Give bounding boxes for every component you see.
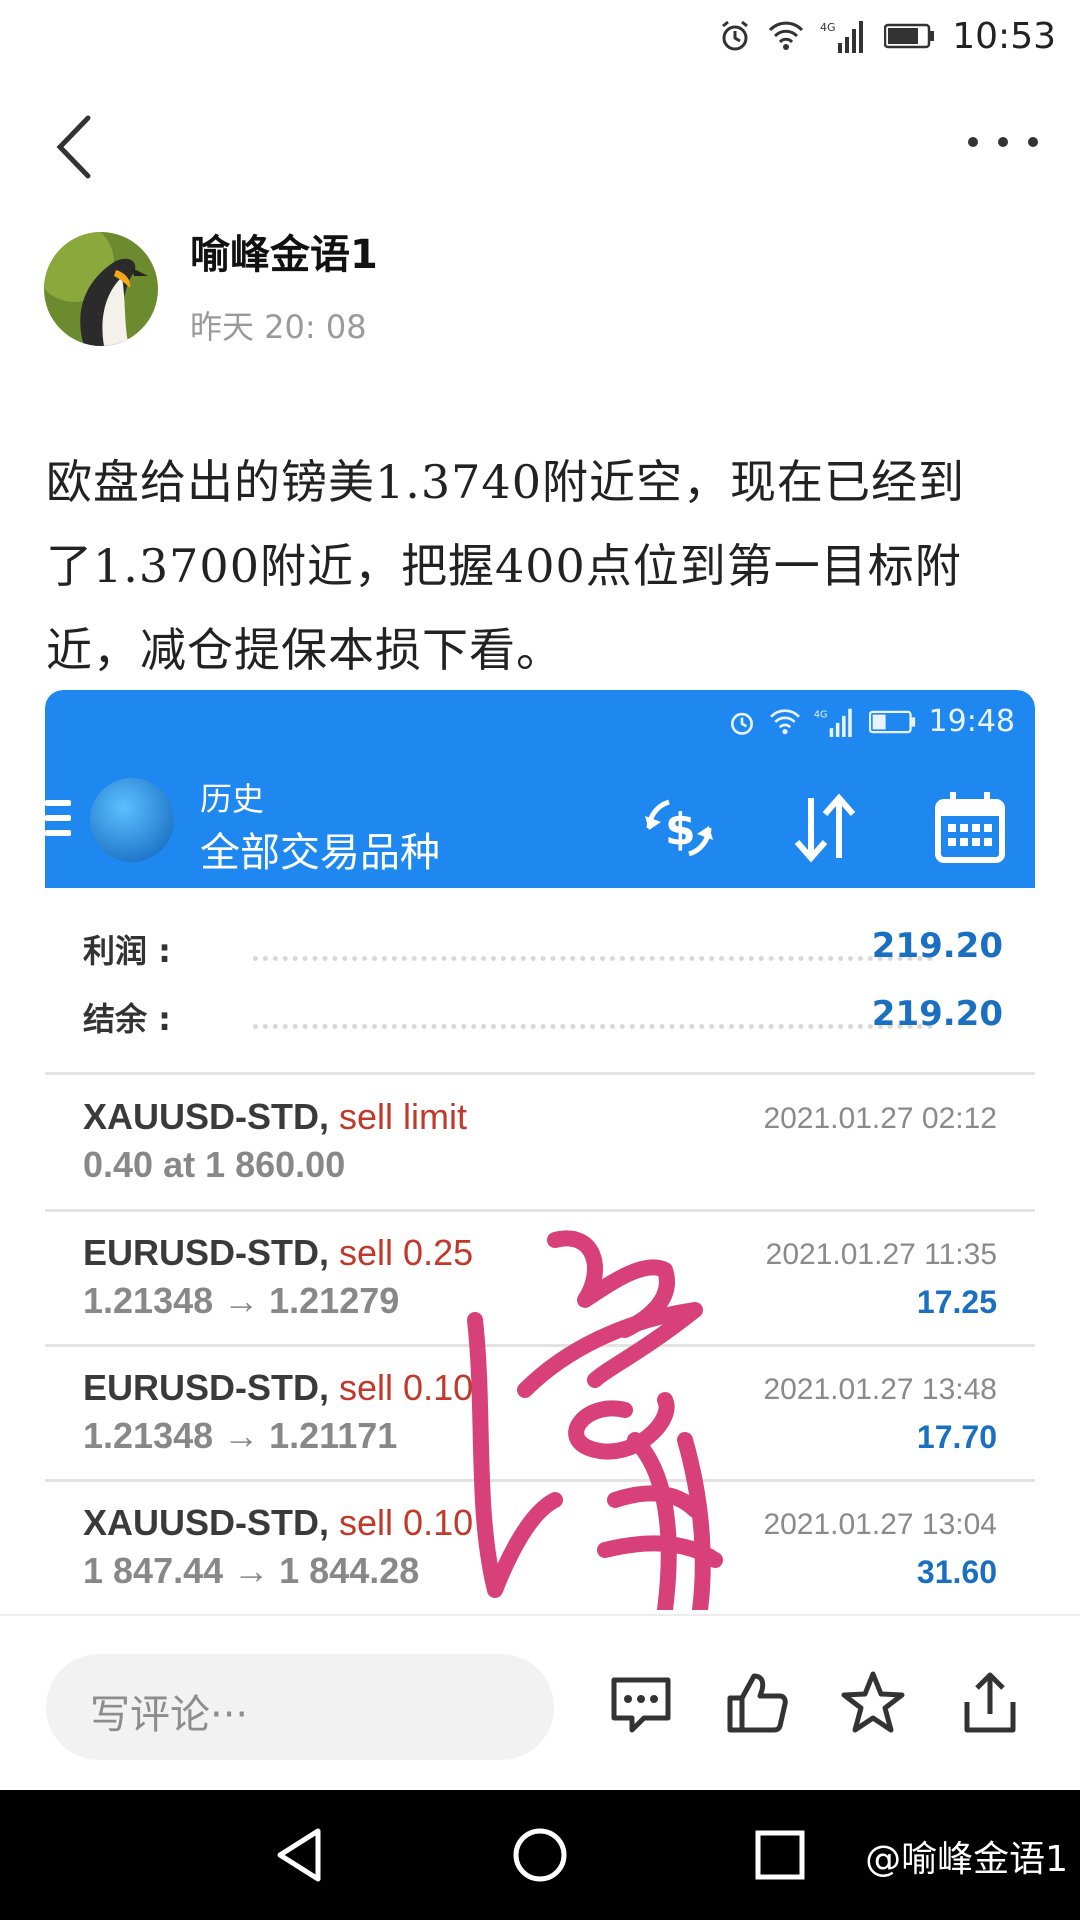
star-icon[interactable] bbox=[838, 1668, 908, 1738]
back-button[interactable] bbox=[50, 112, 100, 182]
penguin-avatar-image bbox=[44, 232, 158, 346]
trade-detail: 1.21348 → 1.21279 bbox=[83, 1280, 400, 1321]
summary-row-profit: 利润 : 219.20 bbox=[83, 926, 1035, 986]
summary-label: 结余 : bbox=[83, 1000, 171, 1038]
battery-icon bbox=[884, 23, 935, 49]
more-horizontal-icon bbox=[968, 137, 978, 147]
trade-symbol: EURUSD-STD, sell 0.25 bbox=[83, 1232, 474, 1273]
trade-profit: 17.25 bbox=[916, 1284, 997, 1320]
summary-value: 219.20 bbox=[871, 994, 1003, 1034]
back-triangle-icon[interactable] bbox=[270, 1825, 330, 1885]
comment-bar: 写评论··· bbox=[0, 1614, 1080, 1792]
chevron-left-icon bbox=[56, 115, 91, 179]
dotted-leader bbox=[253, 1024, 933, 1029]
hamburger-menu-icon bbox=[45, 800, 71, 836]
trade-profit: 31.60 bbox=[916, 1554, 997, 1590]
trade-symbol: EURUSD-STD, sell 0.10 bbox=[83, 1367, 474, 1408]
sort-icon bbox=[794, 793, 856, 863]
svg-text:$: $ bbox=[665, 804, 696, 855]
cellular-signal-icon: 4G bbox=[820, 21, 864, 53]
comment-input[interactable]: 写评论··· bbox=[46, 1654, 554, 1760]
more-options-button[interactable] bbox=[968, 128, 1038, 156]
post-image[interactable]: 4G 19:48 历史 全部交易品种 $ 利润 : 219.20 结余 : 21… bbox=[45, 690, 1035, 1612]
symbol-filter: 全部交易品种 bbox=[200, 830, 440, 876]
alarm-icon bbox=[722, 20, 749, 51]
calendar-icon bbox=[935, 792, 1005, 863]
author-name[interactable]: 喻峰金语1 bbox=[190, 222, 378, 280]
embedded-status-time: 19:48 bbox=[928, 704, 1015, 739]
currency-exchange-icon: $ bbox=[645, 799, 713, 857]
recents-square-icon[interactable] bbox=[750, 1825, 810, 1885]
metatrader-logo-icon bbox=[90, 778, 174, 862]
share-icon[interactable] bbox=[955, 1668, 1025, 1738]
comment-icon[interactable] bbox=[606, 1668, 676, 1738]
wifi-icon bbox=[769, 21, 804, 50]
dotted-leader bbox=[253, 956, 933, 961]
post-line: 近，减仓提保本损下看。 bbox=[46, 623, 563, 677]
android-navigation-bar: @喻峰金语1 bbox=[0, 1790, 1080, 1920]
alarm-icon bbox=[730, 712, 753, 735]
wifi-icon bbox=[769, 708, 800, 734]
post-time: 昨天 20: 08 bbox=[190, 308, 367, 346]
author-watermark: @喻峰金语1 bbox=[865, 1839, 1068, 1880]
trade-symbol: XAUUSD-STD, sell 0.10 bbox=[83, 1502, 474, 1543]
status-icons: 4G 10:53 bbox=[718, 12, 1056, 60]
summary-value: 219.20 bbox=[871, 926, 1003, 966]
like-icon[interactable] bbox=[722, 1668, 792, 1738]
trade-profit: 17.70 bbox=[916, 1419, 997, 1455]
comment-placeholder: 写评论··· bbox=[90, 1692, 249, 1738]
home-circle-icon[interactable] bbox=[510, 1825, 570, 1885]
cellular-signal-icon: 4G bbox=[813, 708, 852, 737]
status-time: 10:53 bbox=[952, 15, 1056, 57]
history-title: 历史 bbox=[200, 780, 265, 818]
post-line: 了1.3700附近，把握400点位到第一目标附 bbox=[46, 539, 962, 593]
battery-icon bbox=[868, 710, 915, 733]
svg-text:4G: 4G bbox=[813, 709, 827, 720]
status-bar: 4G 10:53 bbox=[0, 0, 1080, 72]
embedded-status-bar: 4G 19:48 bbox=[727, 704, 1015, 739]
metatrader-header: 4G 19:48 历史 全部交易品种 $ bbox=[45, 690, 1035, 888]
trade-date: 2021.01.27 02:12 bbox=[763, 1102, 997, 1135]
summary-label: 利润 : bbox=[83, 932, 171, 970]
trade-detail: 1 847.44 → 1 844.28 bbox=[83, 1550, 420, 1591]
trade-detail: 1.21348 → 1.21171 bbox=[83, 1415, 398, 1456]
post-body: 欧盘给出的镑美1.3740附近空，现在已经到 了1.3700附近，把握400点位… bbox=[46, 440, 1036, 692]
trade-symbol: XAUUSD-STD, sell limit bbox=[83, 1096, 468, 1137]
svg-text:4G: 4G bbox=[820, 21, 836, 34]
divider bbox=[45, 1072, 1035, 1075]
trade-type: sell limit bbox=[339, 1096, 468, 1137]
post-line: 欧盘给出的镑美1.3740附近空，现在已经到 bbox=[46, 455, 965, 509]
avatar[interactable] bbox=[44, 232, 158, 346]
summary-row-balance: 结余 : 219.20 bbox=[83, 994, 1035, 1054]
handwritten-signature bbox=[467, 1230, 723, 1610]
trade-row: XAUUSD-STD, sell limit 0.40 at 1 860.00 … bbox=[45, 1088, 1035, 1222]
trade-detail: 0.40 at 1 860.00 bbox=[83, 1144, 346, 1185]
